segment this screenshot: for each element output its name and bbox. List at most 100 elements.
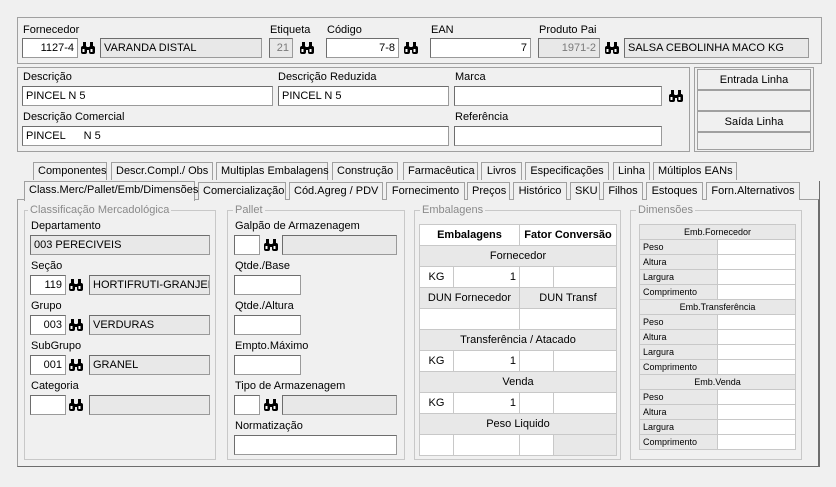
- tab-precos[interactable]: Preços: [467, 182, 510, 200]
- binoculars-icon[interactable]: [67, 316, 85, 334]
- dun-fornecedor-label: DUN Fornecedor: [419, 287, 520, 309]
- dimension-value-input[interactable]: [717, 419, 796, 435]
- tipo-armazenagem-code-input[interactable]: [234, 395, 260, 415]
- table-row: Altura: [639, 254, 796, 270]
- tab-cod-agreg-pdv[interactable]: Cód.Agreg / PDV: [289, 182, 383, 200]
- secao-code-input[interactable]: 119: [30, 275, 66, 295]
- dun-transf-input[interactable]: [519, 308, 617, 330]
- entrada-linha-button[interactable]: Entrada Linha: [697, 69, 811, 90]
- descricao-reduzida-input[interactable]: PINCEL N 5: [278, 86, 449, 106]
- empty-cell[interactable]: [553, 266, 617, 288]
- dimension-value-input[interactable]: [717, 254, 796, 270]
- tab-componentes[interactable]: Componentes: [33, 162, 107, 180]
- ean-input[interactable]: 7: [430, 38, 531, 58]
- subgrupo-code-input[interactable]: 001: [30, 355, 66, 375]
- binoculars-icon[interactable]: [402, 39, 420, 57]
- table-row: Peso: [639, 314, 796, 330]
- table-row: Peso: [639, 239, 796, 255]
- departamento-field: 003 PERECIVEIS: [30, 235, 210, 255]
- galpao-code-input[interactable]: [234, 235, 260, 255]
- line-button-spacer: [697, 132, 811, 150]
- produto-pai-code-input[interactable]: 1971-2: [538, 38, 600, 58]
- tab-especificacoes[interactable]: Especificações: [525, 162, 609, 180]
- empto-maximo-input[interactable]: [234, 355, 301, 375]
- tab-multiplos-eans[interactable]: Múltiplos EANs: [653, 162, 737, 180]
- binoculars-icon[interactable]: [262, 236, 280, 254]
- binoculars-icon[interactable]: [298, 39, 316, 57]
- tab-construcao[interactable]: Construção: [332, 162, 398, 180]
- fator-cell[interactable]: 1: [453, 392, 520, 414]
- etiqueta-input[interactable]: 21: [269, 38, 293, 58]
- binoculars-icon[interactable]: [79, 39, 97, 57]
- tab-sku[interactable]: SKU: [570, 182, 600, 200]
- binoculars-icon[interactable]: [667, 87, 685, 105]
- referencia-input[interactable]: [454, 126, 662, 146]
- dimension-value-input[interactable]: [717, 329, 796, 345]
- tab-historico[interactable]: Histórico: [513, 182, 567, 200]
- descricao-comercial-input[interactable]: PINCEL N 5: [22, 126, 449, 146]
- table-row: [419, 434, 617, 456]
- dimension-label: Comprimento: [639, 434, 718, 450]
- codigo-input[interactable]: 7-8: [326, 38, 399, 58]
- marca-input[interactable]: [454, 86, 662, 106]
- binoculars-icon[interactable]: [67, 396, 85, 414]
- empty-cell[interactable]: [419, 434, 454, 456]
- descricao-input[interactable]: PINCEL N 5: [22, 86, 273, 106]
- etiqueta-label: Etiqueta: [270, 24, 311, 36]
- tab-estoques[interactable]: Estoques: [646, 182, 703, 200]
- binoculars-icon[interactable]: [262, 396, 280, 414]
- empty-cell[interactable]: [519, 392, 554, 414]
- dimension-value-input[interactable]: [717, 239, 796, 255]
- tab-filhos[interactable]: Filhos: [603, 182, 643, 200]
- binoculars-icon[interactable]: [603, 39, 621, 57]
- dimension-section-header: Emb.Venda: [639, 374, 796, 390]
- dimension-value-input[interactable]: [717, 359, 796, 375]
- normatizacao-input[interactable]: [234, 435, 397, 455]
- unit-cell[interactable]: KG: [419, 266, 454, 288]
- tab-multiplas-embalagens[interactable]: Multiplas Embalagens: [216, 162, 329, 180]
- categoria-code-input[interactable]: [30, 395, 66, 415]
- col-fator-conversao: Fator Conversão: [519, 224, 617, 246]
- fornecedor-section: Fornecedor: [419, 245, 617, 267]
- binoculars-icon[interactable]: [67, 276, 85, 294]
- tab-linha[interactable]: Linha: [613, 162, 650, 180]
- tab-page-shadow: [812, 181, 820, 467]
- tab-forn-alternativos[interactable]: Forn.Alternativos: [706, 182, 800, 200]
- empty-cell[interactable]: [519, 350, 554, 372]
- dun-fornecedor-input[interactable]: [419, 308, 520, 330]
- tab-class-merc[interactable]: Class.Merc/Pallet/Emb/Dimensões: [24, 181, 198, 201]
- dimension-value-input[interactable]: [717, 269, 796, 285]
- tab-comercializacao[interactable]: Comercialização: [198, 182, 286, 200]
- tab-livros[interactable]: Livros: [481, 162, 522, 180]
- fator-cell[interactable]: 1: [453, 350, 520, 372]
- fornecedor-name-field: VARANDA DISTAL: [100, 38, 262, 58]
- descricao-label: Descrição: [23, 71, 72, 83]
- empty-cell[interactable]: [553, 350, 617, 372]
- dimension-value-input[interactable]: [717, 434, 796, 450]
- unit-cell[interactable]: KG: [419, 392, 454, 414]
- dimension-label: Altura: [639, 254, 718, 270]
- embalagens-header: Embalagens Fator Conversão: [419, 224, 617, 246]
- grupo-code-input[interactable]: 003: [30, 315, 66, 335]
- dimension-value-input[interactable]: [717, 284, 796, 300]
- empty-cell[interactable]: [519, 434, 554, 456]
- empty-cell[interactable]: [553, 392, 617, 414]
- fator-cell[interactable]: 1: [453, 266, 520, 288]
- table-row: Altura: [639, 329, 796, 345]
- qtde-base-input[interactable]: [234, 275, 301, 295]
- dimension-value-input[interactable]: [717, 344, 796, 360]
- dimension-value-input[interactable]: [717, 314, 796, 330]
- tab-descr-compl[interactable]: Descr.Compl./ Obs: [111, 162, 213, 180]
- empty-cell[interactable]: [453, 434, 520, 456]
- unit-cell[interactable]: KG: [419, 350, 454, 372]
- tab-farmaceutica[interactable]: Farmacêutica: [403, 162, 478, 180]
- empty-cell[interactable]: [519, 266, 554, 288]
- dimension-value-input[interactable]: [717, 389, 796, 405]
- binoculars-icon[interactable]: [67, 356, 85, 374]
- fornecedor-code-input[interactable]: 1127-4: [22, 38, 78, 58]
- qtde-altura-input[interactable]: [234, 315, 301, 335]
- dimension-value-input[interactable]: [717, 404, 796, 420]
- tab-fornecimento[interactable]: Fornecimento: [386, 182, 465, 200]
- subgrupo-name-field: GRANEL: [89, 355, 210, 375]
- saida-linha-button[interactable]: Saída Linha: [697, 111, 811, 132]
